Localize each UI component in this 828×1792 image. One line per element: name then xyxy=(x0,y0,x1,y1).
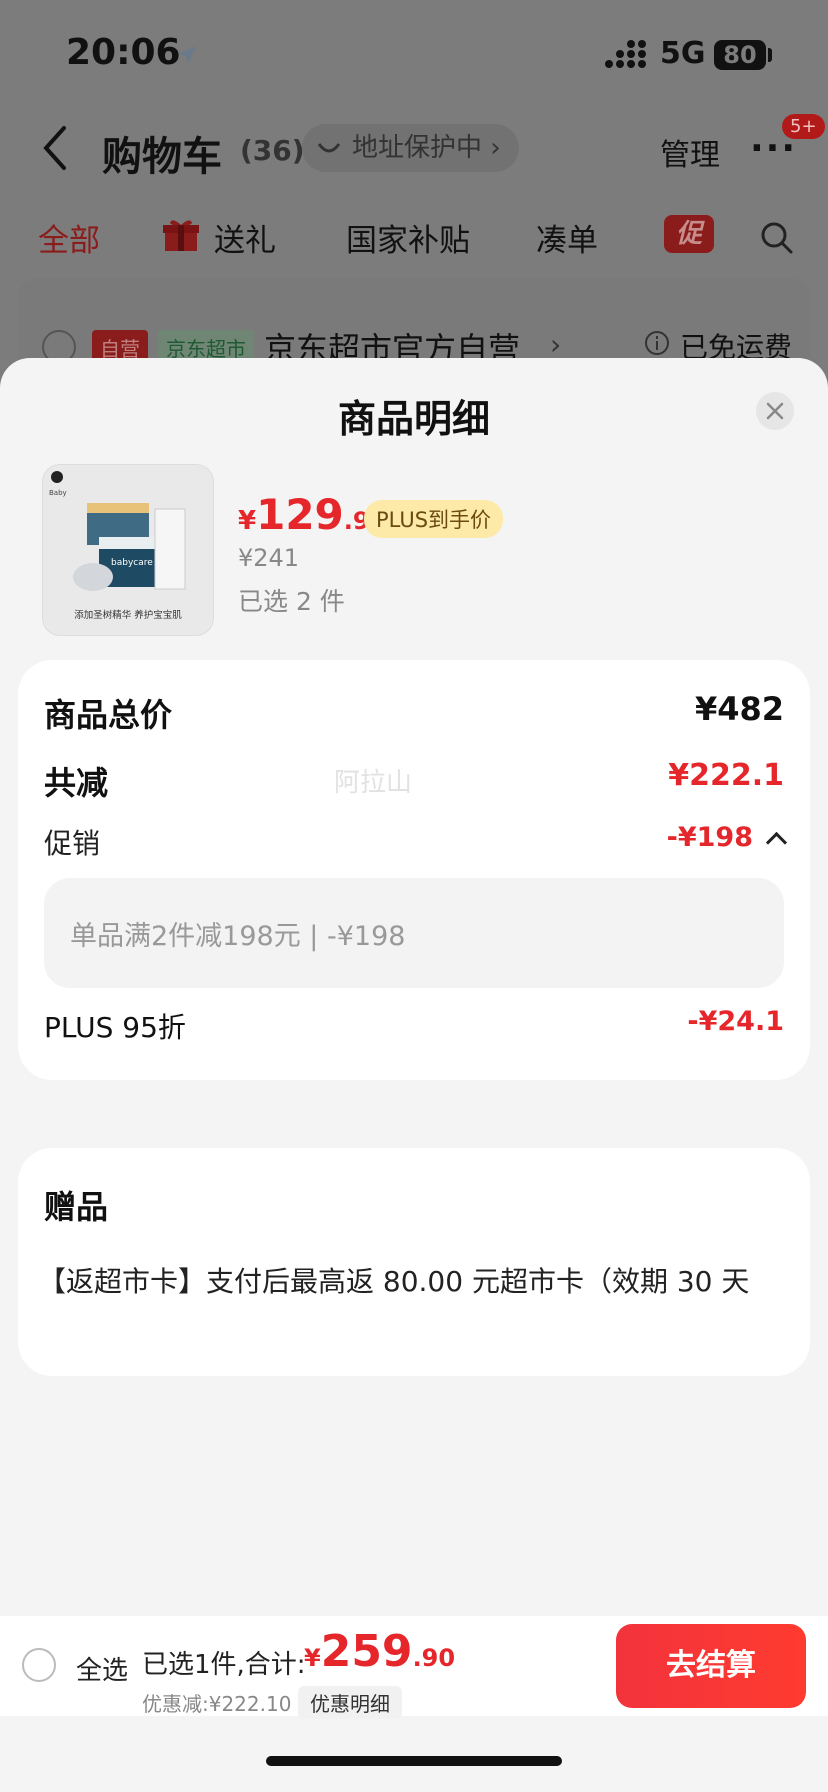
page-title: 购物车 xyxy=(102,134,222,180)
close-icon[interactable] xyxy=(756,392,794,430)
status-bar: 20:06 5G 80 xyxy=(0,0,828,110)
tab-add-on[interactable]: 凑单 xyxy=(536,215,598,260)
tab-national-subsidy[interactable]: 国家补贴 xyxy=(346,215,470,260)
signal-icon xyxy=(605,40,646,68)
watermark-text: 阿拉山 xyxy=(334,768,413,798)
plus-price-tag: PLUS到手价 xyxy=(364,500,504,538)
sheet-title: 商品明细 xyxy=(337,397,490,441)
total-price-value: ¥482 xyxy=(694,690,784,728)
select-all-label[interactable]: 全选 xyxy=(76,1650,128,1687)
search-icon[interactable] xyxy=(760,221,794,255)
selected-total-label: 已选1件,合计: xyxy=(142,1650,306,1680)
tab-all[interactable]: 全部 xyxy=(38,215,100,260)
thumb-brand: babycare xyxy=(111,558,153,568)
diaper-package-image: Baby babycare 添加圣树精华 养护宝宝肌 xyxy=(49,471,186,621)
selected-quantity: 已选 2 件 xyxy=(238,587,345,616)
checkout-button[interactable]: 去结算 xyxy=(616,1624,806,1708)
address-protection-pill[interactable]: 地址保护中 › xyxy=(302,124,519,172)
location-arrow-icon xyxy=(178,46,196,64)
discount-value: ¥222.1 xyxy=(668,758,784,793)
status-time: 20:06 xyxy=(66,32,181,73)
thumb-caption: 添加圣树精华 养护宝宝肌 xyxy=(74,609,182,621)
info-icon[interactable] xyxy=(644,330,670,356)
tab-promo[interactable]: 促 xyxy=(664,215,714,253)
promo-detail-text: 单品满2件减198元 | -¥198 xyxy=(70,921,406,952)
product-detail-sheet: 商品明细 Baby babycare 添加圣树精华 养护宝宝肌 ¥129.95 … xyxy=(0,358,828,1792)
select-all-radio[interactable] xyxy=(22,1648,56,1682)
battery-tip xyxy=(768,48,772,62)
promo-value: -¥198 xyxy=(666,822,753,853)
original-price: ¥241 xyxy=(238,544,300,572)
gift-title: 赠品 xyxy=(44,1188,109,1226)
gift-icon xyxy=(163,220,199,251)
price-summary-card: 商品总价 ¥482 共减 ¥222.1 促销 -¥198 单品满2件减198元 … xyxy=(18,660,810,1080)
network-type: 5G xyxy=(660,36,706,71)
chevron-up-icon[interactable] xyxy=(765,831,788,854)
promo-value-wrap: -¥198 xyxy=(666,822,788,854)
checkout-bar: 全选 已选1件,合计: ¥259.90 优惠减:¥222.10 优惠明细 去结算 xyxy=(0,1616,828,1719)
smile-icon xyxy=(317,143,341,153)
cart-count: (36) xyxy=(240,134,305,167)
total-price: ¥259.90 xyxy=(304,1626,456,1677)
plus-discount-value: -¥24.1 xyxy=(687,1006,784,1037)
promo-label: 促销 xyxy=(44,827,101,860)
promo-detail-box: 单品满2件减198元 | -¥198 xyxy=(44,878,784,988)
manage-button[interactable]: 管理 xyxy=(660,130,720,174)
tab-gift[interactable]: 送礼 xyxy=(214,215,276,260)
cart-tabs: 全部 送礼 国家补贴 凑单 促 xyxy=(0,205,828,265)
total-price-label: 商品总价 xyxy=(44,696,173,734)
discount-label: 共减 xyxy=(44,764,109,802)
cart-nav-bar: 购物车 (36) 地址保护中 › 管理 ··· 5+ xyxy=(0,110,828,190)
gift-card: 赠品 【返超市卡】支付后最高返 80.00 元超市卡（效期 30 天 xyxy=(18,1148,810,1376)
battery-icon: 80 xyxy=(714,40,766,70)
gift-description: 【返超市卡】支付后最高返 80.00 元超市卡（效期 30 天 xyxy=(38,1265,750,1298)
home-indicator[interactable] xyxy=(266,1756,562,1766)
product-thumbnail: Baby babycare 添加圣树精华 养护宝宝肌 xyxy=(42,464,214,636)
discount-detail-button[interactable]: 优惠明细 xyxy=(298,1686,402,1719)
shop-chevron-icon: › xyxy=(550,328,562,361)
back-arrow-icon[interactable] xyxy=(40,124,70,172)
plus-discount-label: PLUS 95折 xyxy=(44,1011,186,1044)
discount-summary: 优惠减:¥222.10 xyxy=(142,1692,292,1716)
message-badge: 5+ xyxy=(782,114,825,139)
address-protection-label: 地址保护中 › xyxy=(352,133,501,163)
cart-page-background: 20:06 5G 80 购物车 (36) 地址保护中 › 管理 ··· 5+ 全… xyxy=(0,0,828,400)
thumb-brand-mini: Baby xyxy=(49,489,67,497)
